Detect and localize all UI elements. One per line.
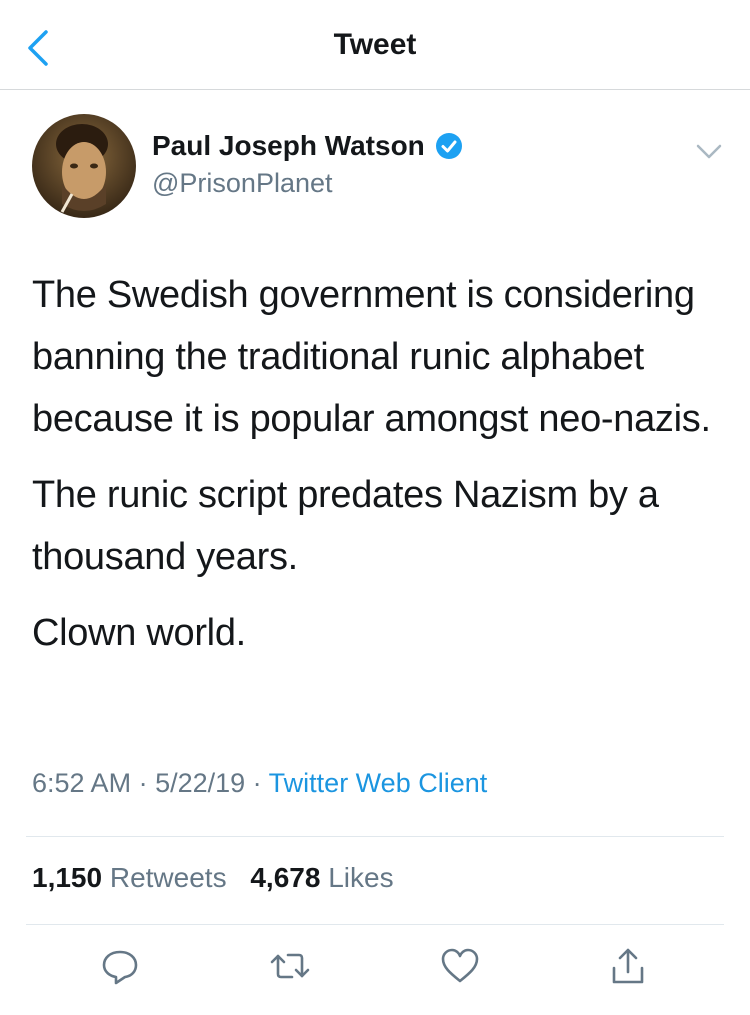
likes-label: Likes	[328, 862, 394, 893]
meta-separator: ·	[245, 768, 269, 798]
likes-count: 4,678	[250, 862, 321, 893]
verified-badge-icon	[435, 133, 462, 159]
reply-icon	[102, 950, 138, 985]
tweet-paragraph: Clown world.	[32, 612, 246, 654]
tweet-time: 6:52 AM	[32, 768, 132, 798]
meta-separator: ·	[131, 768, 156, 798]
retweets-count: 1,150	[32, 862, 103, 893]
retweets-stat[interactable]: 1,150 Retweets	[32, 862, 227, 893]
tweet-text: The Swedish government is considering ba…	[32, 264, 722, 678]
divider	[26, 836, 724, 837]
retweet-button[interactable]	[268, 944, 312, 988]
like-button[interactable]	[438, 944, 482, 988]
more-options-button[interactable]	[694, 136, 724, 166]
tweet-paragraph: The runic script predates Nazism by a th…	[32, 474, 659, 578]
divider	[26, 924, 724, 925]
retweets-label: Retweets	[109, 862, 227, 893]
author-name[interactable]: Paul Joseph Watson	[152, 130, 463, 162]
author-display-name: Paul Joseph Watson	[152, 130, 425, 161]
share-button[interactable]	[606, 944, 650, 988]
tweet-paragraph: The Swedish government is considering ba…	[32, 274, 711, 440]
action-bar	[0, 944, 750, 994]
share-icon	[612, 948, 644, 984]
heart-icon	[441, 948, 479, 983]
avatar-photo	[32, 114, 136, 218]
reply-button[interactable]	[98, 944, 142, 988]
page-title: Tweet	[333, 28, 417, 61]
tweet-source-link[interactable]: Twitter Web Client	[269, 768, 488, 798]
chevron-down-icon	[696, 144, 722, 159]
tweet-metadata: 6:52 AM · 5/22/19 · Twitter Web Client	[32, 768, 487, 799]
author-handle[interactable]: @PrisonPlanet	[152, 168, 333, 199]
likes-stat[interactable]: 4,678 Likes	[250, 862, 393, 893]
avatar[interactable]	[32, 114, 136, 218]
retweet-icon	[270, 953, 310, 979]
tweet-stats: 1,150 Retweets 4,678 Likes	[32, 862, 410, 894]
navigation-bar: Tweet	[0, 0, 750, 90]
tweet-date: 5/22/19	[155, 768, 246, 798]
